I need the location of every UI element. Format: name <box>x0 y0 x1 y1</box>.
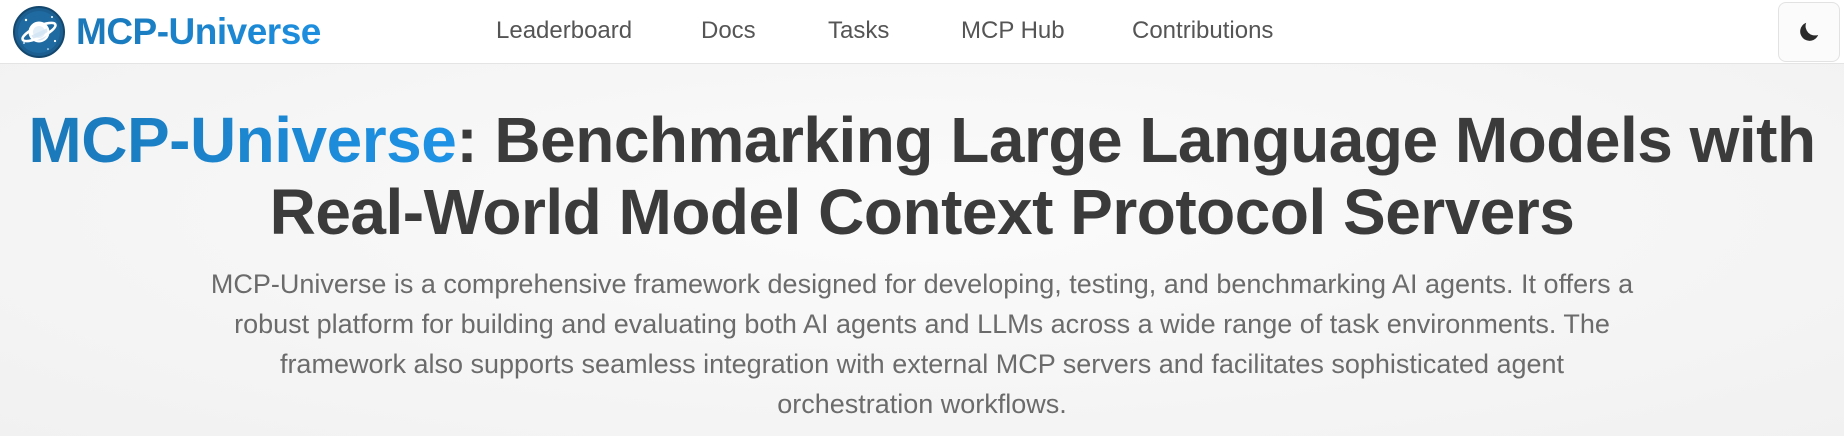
moon-icon <box>1800 22 1819 41</box>
top-navbar: MCP-Universe Leaderboard Docs Tasks MCP … <box>0 0 1844 64</box>
nav-tasks[interactable]: Tasks <box>828 17 889 45</box>
nav-docs[interactable]: Docs <box>701 17 756 45</box>
brand-name: MCP-Universe <box>76 11 321 52</box>
title-accent: MCP-Universe <box>28 104 457 176</box>
hero-description: MCP-Universe is a comprehensive framewor… <box>210 269 1634 419</box>
title-rest: : Benchmarking Large Language Models wit… <box>269 104 1816 248</box>
nav-mcp-hub[interactable]: MCP Hub <box>961 17 1065 45</box>
theme-toggle-button[interactable] <box>1778 2 1840 62</box>
brand-home-link[interactable]: MCP-Universe <box>12 6 321 58</box>
hero-section: MCP-Universe: Benchmarking Large Languag… <box>0 64 1844 436</box>
nav-leaderboard[interactable]: Leaderboard <box>496 17 632 45</box>
page-title: MCP-Universe: Benchmarking Large Languag… <box>22 104 1822 248</box>
planet-icon <box>13 6 65 58</box>
nav-contributions[interactable]: Contributions <box>1132 17 1273 45</box>
